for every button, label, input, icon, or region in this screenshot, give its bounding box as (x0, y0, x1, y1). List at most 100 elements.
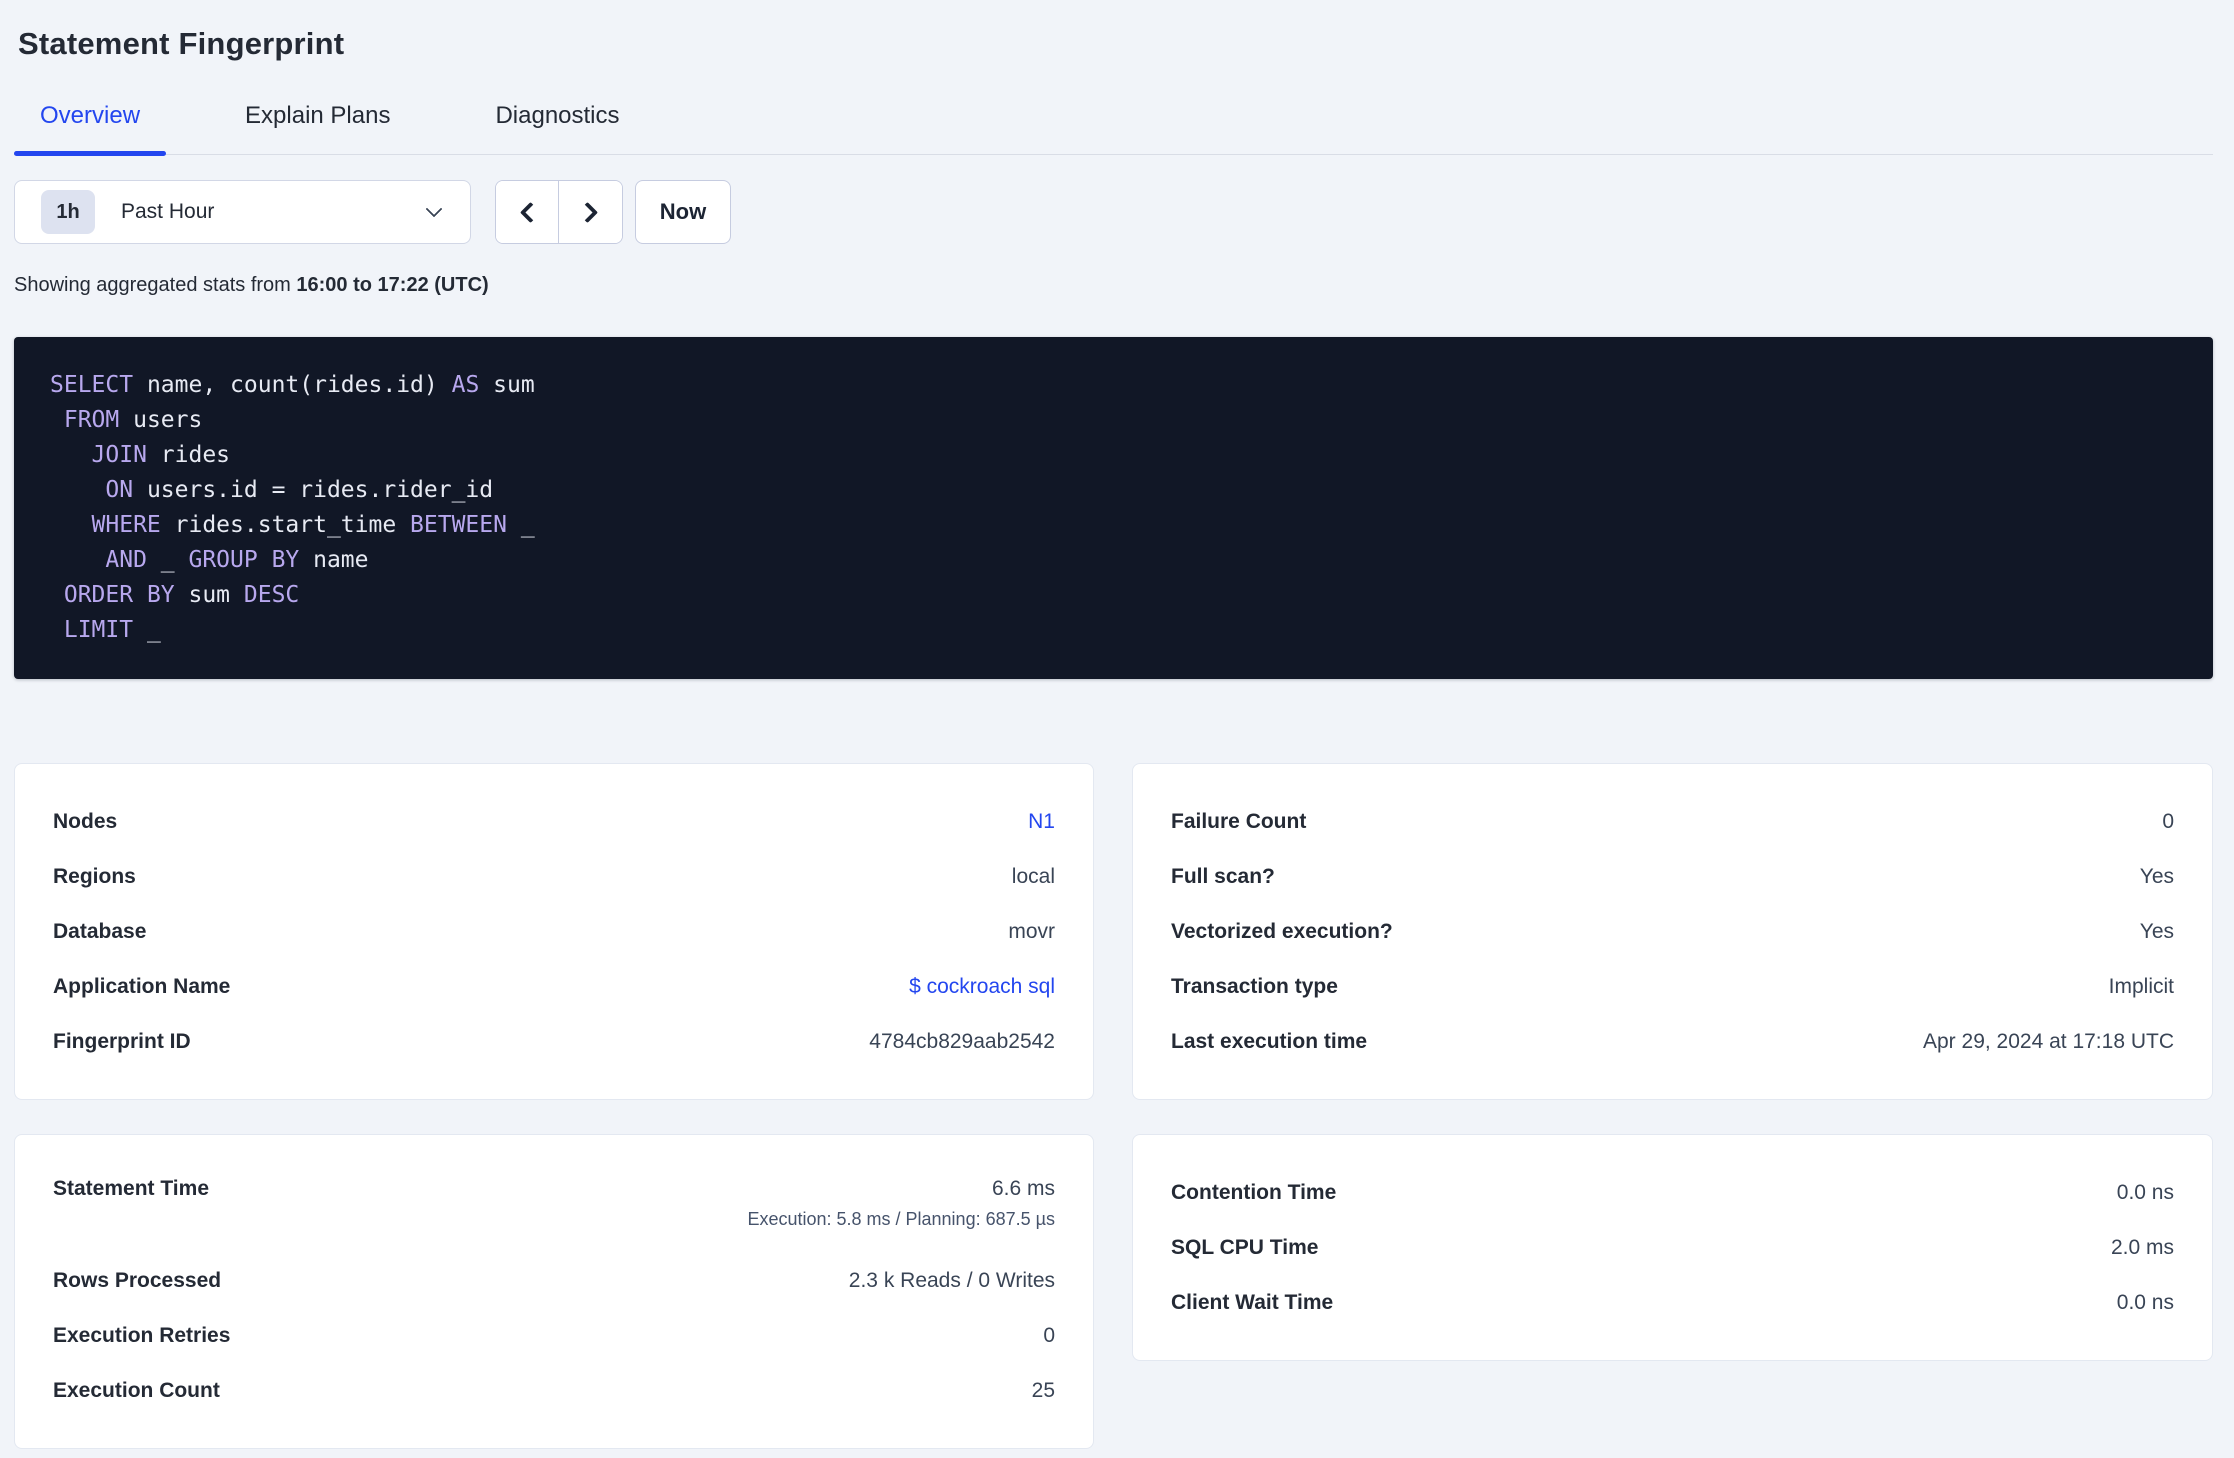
sql-text: rides.start_time (160, 512, 411, 538)
vectorized-execution-label: Vectorized execution? (1171, 919, 1393, 943)
stat-row-failure-count: Failure Count 0 (1171, 794, 2174, 849)
sql-text: rides (146, 442, 231, 468)
sql-text: users (119, 407, 203, 433)
sql-keyword: SELECT (50, 372, 134, 398)
sql-text: name, count(rides.id) (133, 372, 452, 398)
nodes-value-link[interactable]: N1 (1028, 810, 1055, 834)
failure-count-value: 0 (2162, 809, 2174, 833)
fingerprint-id-label: Fingerprint ID (53, 1029, 191, 1053)
execution-count-value: 25 (1031, 1378, 1055, 1402)
execution-retries-value-group: 0 (1043, 1324, 1055, 1348)
tab-diagnostics[interactable]: Diagnostics (469, 102, 645, 154)
regions-label: Regions (53, 864, 136, 888)
sql-keyword: ORDER BY (63, 582, 175, 608)
stat-row-application-name: Application Name $ cockroach sql (53, 959, 1055, 1014)
full-scan-label: Full scan? (1171, 864, 1275, 888)
fingerprint-id-value-group: 4784cb829aab2542 (869, 1030, 1055, 1054)
summary-cards: Nodes N1 Regions local Database movr Applicati… (14, 763, 2213, 1449)
statement-times-card: Statement Time 6.6 ms Execution: 5.8 ms / … (14, 1134, 1094, 1449)
stat-row-nodes: Nodes N1 (53, 794, 1055, 849)
sql-text: _ (133, 617, 161, 643)
sql-keyword: WHERE (91, 512, 161, 538)
database-label: Database (53, 919, 147, 943)
next-range-button[interactable] (559, 181, 622, 243)
failure-count-value-group: 0 (2162, 810, 2174, 834)
aggregated-stats-range: 16:00 to 17:22 (UTC) (296, 274, 489, 296)
chevron-right-icon (576, 201, 599, 223)
client-wait-time-value-group: 0.0 ns (2117, 1291, 2174, 1315)
sql-line: ON users.id = rides.rider_id (50, 473, 2177, 508)
contention-time-value-group: 0.0 ns (2117, 1181, 2174, 1205)
last-execution-time-value: Apr 29, 2024 at 17:18 UTC (1923, 1029, 2174, 1053)
vectorized-execution-value-group: Yes (2140, 920, 2174, 944)
now-button[interactable]: Now (635, 180, 731, 244)
statement-time-value: 6.6 ms (991, 1177, 1055, 1200)
stat-row-execution-count: Execution Count 25 (53, 1363, 1055, 1418)
sql-line: WHERE rides.start_time BETWEEN _ (50, 508, 2177, 543)
transaction-type-value-group: Implicit (2109, 975, 2174, 999)
sql-text: sum (479, 372, 535, 398)
sql-text: _ (146, 547, 189, 573)
stat-row-statement-time: Statement Time 6.6 ms Execution: 5.8 ms / … (53, 1165, 1055, 1253)
time-range-badge: 1h (41, 190, 95, 234)
client-wait-time-label: Client Wait Time (1171, 1290, 1334, 1314)
stat-row-database: Database movr (53, 904, 1055, 959)
full-scan-value-group: Yes (2140, 865, 2174, 889)
time-range-dropdown[interactable]: 1h Past Hour (14, 180, 471, 244)
stat-row-execution-retries: Execution Retries 0 (53, 1308, 1055, 1363)
sql-keyword: LIMIT (63, 617, 134, 643)
sql-line: ORDER BY sum DESC (50, 578, 2177, 613)
last-execution-time-value-group: Apr 29, 2024 at 17:18 UTC (1923, 1030, 2174, 1054)
stat-row-sql-cpu-time: SQL CPU Time 2.0 ms (1171, 1220, 2174, 1275)
prev-range-button[interactable] (496, 181, 559, 243)
sql-keyword: AS (451, 372, 480, 398)
sql-cpu-time-value-group: 2.0 ms (2111, 1236, 2174, 1260)
contention-time-label: Contention Time (1171, 1180, 1337, 1204)
page-title: Statement Fingerprint (18, 26, 345, 61)
vectorized-execution-value: Yes (2139, 919, 2174, 943)
rows-processed-value: 2.3 k Reads / 0 Writes (848, 1268, 1055, 1292)
sql-text: name (299, 547, 369, 573)
database-value: movr (1008, 919, 1055, 943)
sql-text: _ (506, 512, 535, 538)
last-execution-time-label: Last execution time (1171, 1029, 1368, 1053)
rows-processed-value-group: 2.3 k Reads / 0 Writes (849, 1269, 1055, 1293)
wait-times-card: Contention Time 0.0 ns SQL CPU Time 2.0 ms C… (1132, 1134, 2213, 1361)
sql-keyword: ON (105, 477, 134, 503)
tab-overview[interactable]: Overview (14, 102, 167, 156)
sql-text: sum (174, 582, 244, 608)
statement-fingerprint-page: Statement Fingerprint Overview Explain Pl… (0, 0, 2234, 1449)
execution-retries-label: Execution Retries (53, 1323, 231, 1347)
sql-line: FROM users (50, 403, 2177, 438)
sql-keyword: JOIN (91, 442, 147, 468)
regions-value-group: local (1012, 865, 1055, 889)
transaction-type-label: Transaction type (1171, 974, 1338, 998)
sql-keyword: FROM (63, 407, 120, 433)
execution-count-label: Execution Count (53, 1378, 220, 1402)
sql-fingerprint-box: SELECT name, count(rides.id) AS sum FROM… (14, 337, 2213, 679)
tab-explain-plans[interactable]: Explain Plans (219, 102, 416, 154)
execution-attributes-card: Failure Count 0 Full scan? Yes Vectorized ex… (1132, 763, 2213, 1100)
stat-row-last-execution-time: Last execution time Apr 29, 2024 at 17:18… (1171, 1014, 2174, 1069)
sql-keyword: DESC (243, 582, 300, 608)
sql-keyword: AND (105, 547, 147, 573)
stat-row-full-scan: Full scan? Yes (1171, 849, 2174, 904)
stat-row-transaction-type: Transaction type Implicit (1171, 959, 2174, 1014)
sql-cpu-time-label: SQL CPU Time (1171, 1235, 1319, 1259)
sql-line: JOIN rides (50, 438, 2177, 473)
time-range-pager (495, 180, 623, 244)
contention-time-value: 0.0 ns (2116, 1180, 2174, 1204)
sql-keyword: BETWEEN (410, 512, 507, 538)
execution-count-value-group: 25 (1032, 1379, 1055, 1403)
application-name-value-link[interactable]: $ cockroach sql (909, 975, 1055, 999)
tab-bar: Overview Explain Plans Diagnostics (14, 102, 2213, 156)
sql-line: SELECT name, count(rides.id) AS sum (50, 368, 2177, 403)
sql-line: LIMIT _ (50, 613, 2177, 648)
statement-time-label: Statement Time (53, 1177, 209, 1200)
stat-row-rows-processed: Rows Processed 2.3 k Reads / 0 Writes (53, 1253, 1055, 1308)
